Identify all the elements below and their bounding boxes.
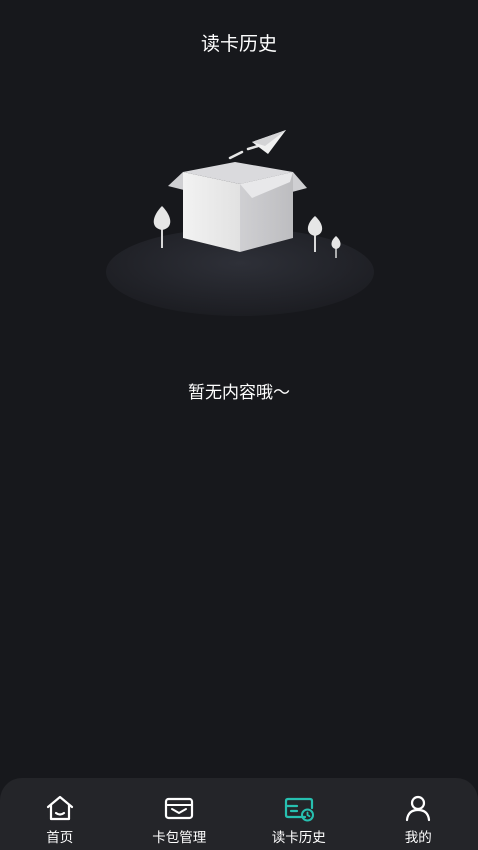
tab-card-history-label: 读卡历史 [271, 830, 326, 846]
card-history-icon [284, 797, 314, 822]
page-title: 读卡历史 [200, 33, 277, 55]
empty-box-illustration [106, 130, 374, 316]
empty-state-message: 暂无内容哦～ [188, 383, 290, 403]
card-wallet-icon [165, 797, 194, 820]
tab-profile-label: 我的 [404, 830, 432, 846]
tab-card-history[interactable]: 读卡历史 [239, 778, 359, 850]
user-icon [406, 795, 431, 822]
tab-profile[interactable]: 我的 [359, 778, 478, 850]
read-history-page: 读卡历史 暂无内容哦～ 首页 卡包管理 读卡历史 我的 [0, 0, 478, 850]
bottom-tab-bar: 首页 卡包管理 读卡历史 我的 [0, 778, 478, 850]
home-icon [46, 795, 73, 821]
tab-home-label: 首页 [46, 830, 74, 846]
tab-card-wallet[interactable]: 卡包管理 [120, 778, 240, 850]
tab-home[interactable]: 首页 [0, 778, 120, 850]
tab-card-wallet-label: 卡包管理 [152, 830, 207, 846]
